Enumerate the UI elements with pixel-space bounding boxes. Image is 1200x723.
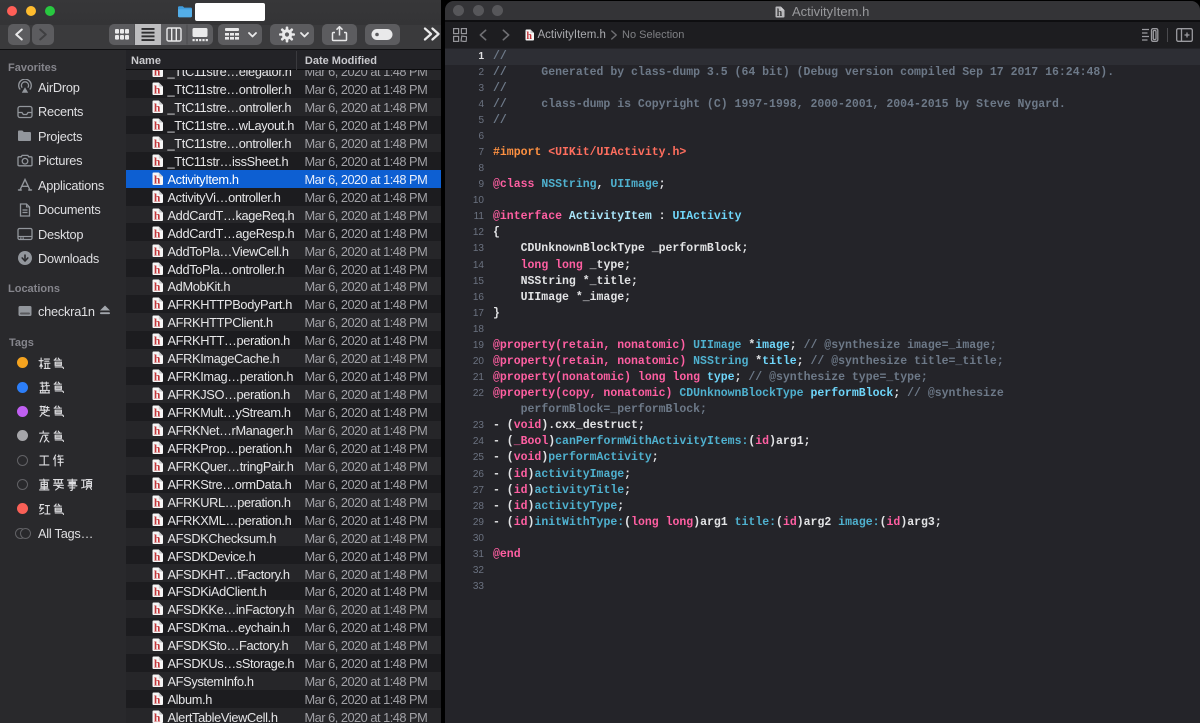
svg-text:h: h xyxy=(153,550,160,562)
svg-text:h: h xyxy=(153,604,160,616)
svg-text:h: h xyxy=(153,137,160,149)
svg-text:h: h xyxy=(153,442,160,454)
svg-text:h: h xyxy=(153,317,160,329)
svg-text:h: h xyxy=(153,209,160,221)
svg-text:h: h xyxy=(153,335,160,347)
svg-text:h: h xyxy=(153,102,160,114)
svg-text:h: h xyxy=(153,658,160,670)
svg-text:h: h xyxy=(153,191,160,203)
svg-text:h: h xyxy=(153,532,160,544)
svg-text:h: h xyxy=(153,514,160,526)
svg-text:h: h xyxy=(153,694,160,706)
svg-text:h: h xyxy=(153,281,160,293)
svg-text:h: h xyxy=(153,173,160,185)
svg-text:h: h xyxy=(153,496,160,508)
svg-text:h: h xyxy=(526,31,532,41)
svg-text:h: h xyxy=(153,424,160,436)
svg-text:h: h xyxy=(153,389,160,401)
svg-text:h: h xyxy=(777,8,783,18)
svg-text:h: h xyxy=(153,84,160,96)
svg-text:h: h xyxy=(153,119,160,131)
svg-text:h: h xyxy=(153,586,160,598)
svg-text:h: h xyxy=(153,622,160,634)
svg-text:h: h xyxy=(153,640,160,652)
svg-text:h: h xyxy=(153,712,160,723)
svg-text:h: h xyxy=(153,407,160,419)
svg-text:h: h xyxy=(153,478,160,490)
svg-text:h: h xyxy=(153,245,160,257)
svg-text:h: h xyxy=(153,371,160,383)
svg-text:h: h xyxy=(153,299,160,311)
svg-text:h: h xyxy=(153,263,160,275)
svg-text:h: h xyxy=(153,676,160,688)
svg-text:h: h xyxy=(153,155,160,167)
svg-text:h: h xyxy=(153,353,160,365)
svg-text:h: h xyxy=(153,460,160,472)
svg-text:h: h xyxy=(153,568,160,580)
svg-text:h: h xyxy=(153,227,160,239)
